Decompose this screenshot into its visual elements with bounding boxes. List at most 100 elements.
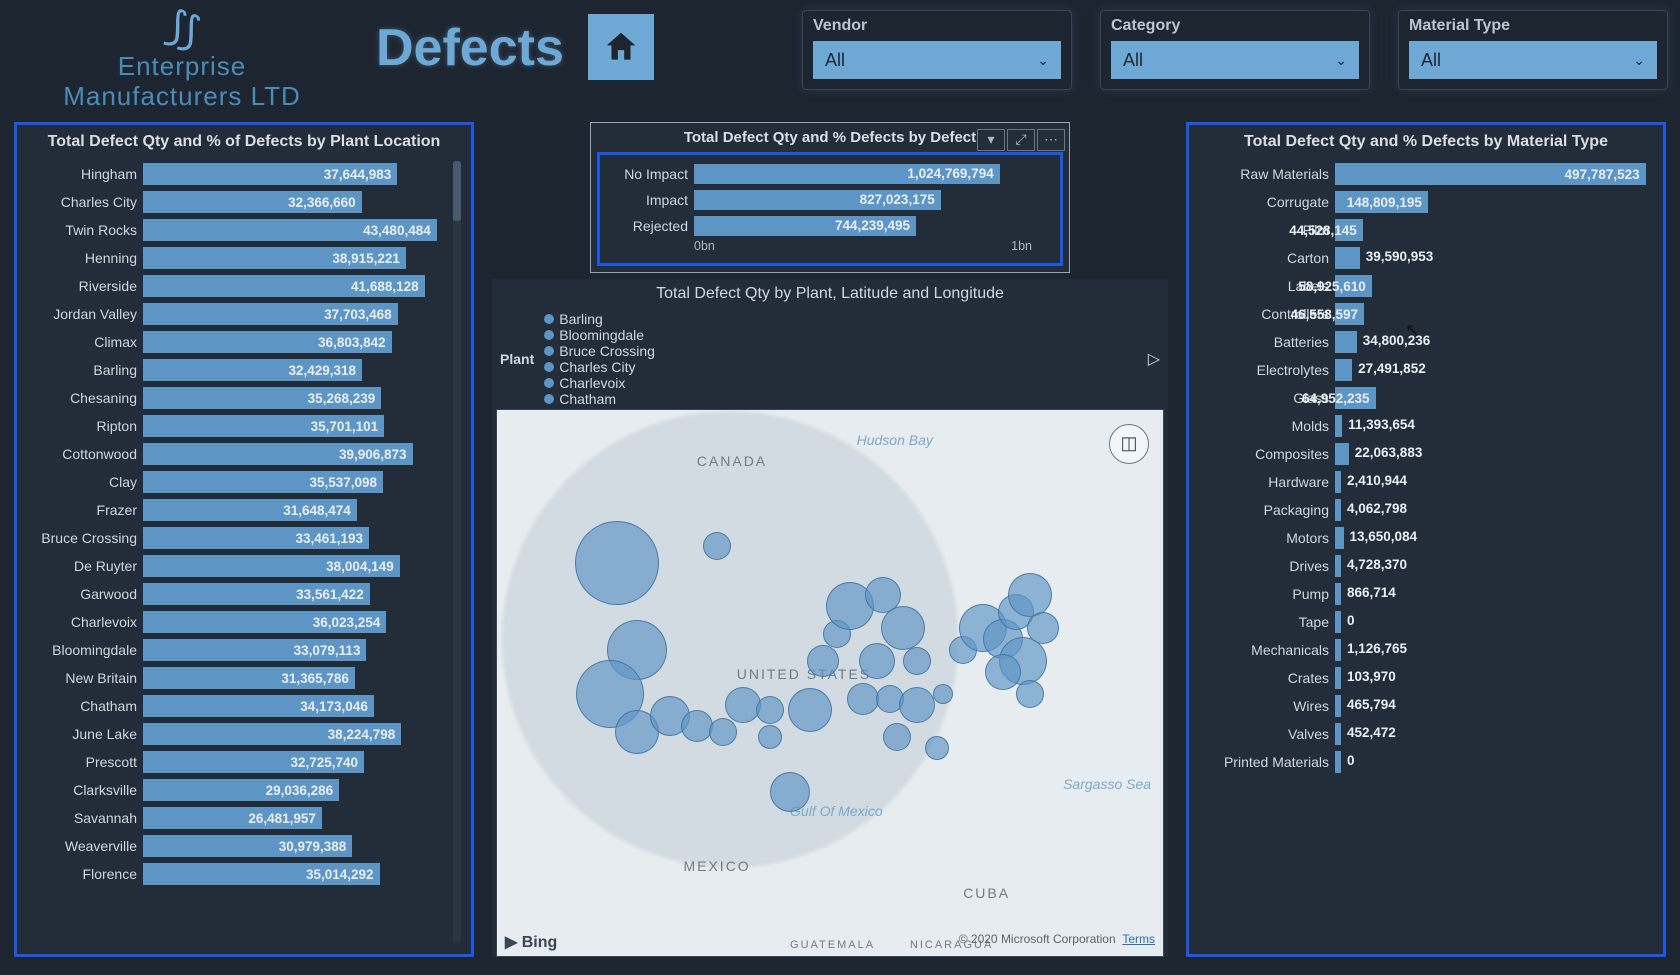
- bar-label: Impact: [608, 192, 688, 208]
- legend-item[interactable]: Charlevoix: [544, 375, 655, 391]
- bar-value: 35,268,239: [308, 391, 376, 406]
- legend-item[interactable]: Barling: [544, 311, 655, 327]
- bar-row[interactable]: Twin Rocks43,480,484: [27, 217, 447, 244]
- bar-track: 31,648,474: [143, 499, 447, 521]
- legend-next-icon[interactable]: ▷: [1148, 349, 1160, 369]
- map-bubble[interactable]: [1016, 680, 1044, 708]
- bar-row[interactable]: Hardware2,410,944: [1199, 469, 1647, 496]
- bar-track: 31,365,786: [143, 667, 447, 689]
- bar-value: 37,703,468: [324, 307, 392, 322]
- bar-label: Chatham: [27, 698, 137, 714]
- map-bubble[interactable]: [770, 772, 810, 812]
- map-bubble[interactable]: [788, 688, 832, 732]
- map-bubble[interactable]: [903, 647, 931, 675]
- bar-value: 58,925,610: [1298, 279, 1366, 294]
- bar-row[interactable]: Bruce Crossing33,461,193: [27, 525, 447, 552]
- bar-row[interactable]: Cottonwood39,906,873: [27, 441, 447, 468]
- map-bubble[interactable]: [985, 654, 1021, 690]
- bar-row[interactable]: Molds11,393,654: [1199, 413, 1647, 440]
- map-bubble[interactable]: [899, 687, 935, 723]
- bar-row[interactable]: No Impact1,024,769,794: [608, 161, 1052, 187]
- filter-material-type-dropdown[interactable]: All ⌄: [1409, 41, 1657, 79]
- bar-row[interactable]: Clay35,537,098: [27, 469, 447, 496]
- bar-row[interactable]: Florence35,014,292: [27, 861, 447, 888]
- map-bubble[interactable]: [575, 521, 659, 605]
- bar-label: Printed Materials: [1199, 754, 1329, 770]
- bar-row[interactable]: June Lake38,224,798: [27, 721, 447, 748]
- map-bubble[interactable]: [1008, 573, 1052, 617]
- map-country-label: MEXICO: [683, 858, 750, 874]
- map-bubble[interactable]: [883, 723, 911, 751]
- bar-row[interactable]: Packaging4,062,798: [1199, 497, 1647, 524]
- bar-row[interactable]: Barling32,429,318: [27, 357, 447, 384]
- bar-value: 13,650,084: [1350, 529, 1418, 544]
- map-panel: Total Defect Qty by Plant, Latitude and …: [492, 279, 1168, 957]
- map-canvas[interactable]: ◫ CANADA UNITED STATES MEXICO CUBA GUATE…: [496, 409, 1164, 957]
- map-lasso-icon[interactable]: ◫: [1109, 424, 1149, 464]
- map-bubble[interactable]: [756, 696, 784, 724]
- legend-item[interactable]: Bruce Crossing: [544, 343, 655, 359]
- bar-row[interactable]: Raw Materials497,787,523: [1199, 161, 1647, 188]
- map-bubble[interactable]: [859, 643, 895, 679]
- filter-icon[interactable]: ▾: [977, 129, 1005, 151]
- plant-scrollbar[interactable]: [453, 161, 461, 942]
- bar-row[interactable]: Clarksville29,036,286: [27, 777, 447, 804]
- bar-row[interactable]: Charles City32,366,660: [27, 189, 447, 216]
- legend-item[interactable]: Chatham: [544, 391, 655, 407]
- bar-row[interactable]: Climax36,803,842: [27, 329, 447, 356]
- bar-row[interactable]: Rejected744,239,495: [608, 213, 1052, 239]
- bar-row[interactable]: Corrugate148,809,195: [1199, 189, 1647, 216]
- bar-row[interactable]: Composites22,063,883: [1199, 441, 1647, 468]
- bar-row[interactable]: Valves452,472: [1199, 721, 1647, 748]
- bar-row[interactable]: Mechanicals1,126,765: [1199, 637, 1647, 664]
- bar-row[interactable]: Printed Materials 0: [1199, 749, 1647, 776]
- bar-row[interactable]: Weaverville30,979,388: [27, 833, 447, 860]
- map-bubble[interactable]: [925, 736, 949, 760]
- bar-row[interactable]: Batteries34,800,236: [1199, 329, 1647, 356]
- plant-bar-list[interactable]: Hingham37,644,983Charles City32,366,660T…: [27, 161, 453, 942]
- bar-row[interactable]: Electrolytes27,491,852: [1199, 357, 1647, 384]
- bar-value: 43,480,484: [363, 223, 431, 238]
- bar-value: 0: [1347, 753, 1355, 768]
- bar-row[interactable]: New Britain31,365,786: [27, 665, 447, 692]
- bar-row[interactable]: Film44,528,145: [1199, 217, 1647, 244]
- bar-row[interactable]: Crates103,970: [1199, 665, 1647, 692]
- bar-row[interactable]: Jordan Valley37,703,468: [27, 301, 447, 328]
- bar-row[interactable]: Prescott32,725,740: [27, 749, 447, 776]
- bar-row[interactable]: Garwood33,561,422: [27, 581, 447, 608]
- bar-row[interactable]: Tape0: [1199, 609, 1647, 636]
- map-terms-link[interactable]: Terms: [1122, 932, 1155, 946]
- bar-row[interactable]: Chesaning35,268,239: [27, 385, 447, 412]
- bar-row[interactable]: Labels58,925,610: [1199, 273, 1647, 300]
- filter-vendor-dropdown[interactable]: All ⌄: [813, 41, 1061, 79]
- bar-track: 33,561,422: [143, 583, 447, 605]
- bar-row[interactable]: Controllers46,558,597: [1199, 301, 1647, 328]
- bar-row[interactable]: Wires465,794: [1199, 693, 1647, 720]
- legend-item[interactable]: Bloomingdale: [544, 327, 655, 343]
- bar-row[interactable]: De Ruyter38,004,149: [27, 553, 447, 580]
- home-button[interactable]: [588, 14, 654, 80]
- legend-item[interactable]: Charles City: [544, 359, 655, 375]
- material-bar-list[interactable]: Raw Materials497,787,523Corrugate148,809…: [1199, 161, 1653, 942]
- bar-row[interactable]: Charlevoix36,023,254: [27, 609, 447, 636]
- filter-category-dropdown[interactable]: All ⌄: [1111, 41, 1359, 79]
- focus-mode-icon[interactable]: ⤢: [1007, 129, 1035, 151]
- bar-row[interactable]: Hingham37,644,983: [27, 161, 447, 188]
- bar-row[interactable]: Ripton35,701,101: [27, 413, 447, 440]
- bar-row[interactable]: Carton39,590,953: [1199, 245, 1647, 272]
- bar-row[interactable]: Savannah26,481,957: [27, 805, 447, 832]
- bar-row[interactable]: Motors13,650,084: [1199, 525, 1647, 552]
- bar-row[interactable]: Frazer31,648,474: [27, 497, 447, 524]
- bar-row[interactable]: Riverside41,688,128: [27, 273, 447, 300]
- bar-row[interactable]: Drives4,728,370: [1199, 553, 1647, 580]
- defect-bar-list[interactable]: No Impact1,024,769,794Impact827,023,175R…: [597, 152, 1063, 266]
- bar-row[interactable]: Bloomingdale33,079,113: [27, 637, 447, 664]
- bar-row[interactable]: Impact827,023,175: [608, 187, 1052, 213]
- bar-row[interactable]: Glass64,952,235: [1199, 385, 1647, 412]
- bar-row[interactable]: Chatham34,173,046: [27, 693, 447, 720]
- more-options-icon[interactable]: ⋯: [1037, 129, 1065, 151]
- map-bubble[interactable]: [933, 684, 953, 704]
- map-bubble[interactable]: [703, 532, 731, 560]
- bar-row[interactable]: Henning38,915,221: [27, 245, 447, 272]
- bar-row[interactable]: Pump866,714: [1199, 581, 1647, 608]
